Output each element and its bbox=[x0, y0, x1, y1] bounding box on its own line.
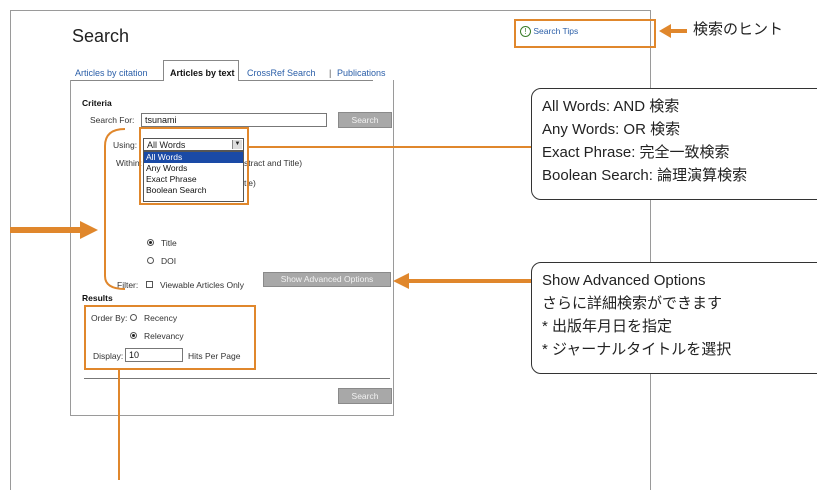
callout-line: さらに詳細検索ができます bbox=[542, 295, 723, 312]
search-tips-label: Search Tips bbox=[533, 26, 579, 36]
within-option-abstract-title-partial: stract and Title) bbox=[244, 158, 303, 168]
within-doi-label: DOI bbox=[161, 256, 177, 266]
within-title-radio[interactable] bbox=[147, 239, 154, 246]
callout-line: Any Words: OR 検索 bbox=[542, 121, 681, 138]
search-input[interactable]: tsunami bbox=[141, 113, 327, 127]
within-title-label: Title bbox=[161, 238, 177, 248]
page-title: Search bbox=[72, 26, 130, 46]
tab-articles-by-text[interactable]: Articles by text bbox=[163, 60, 239, 81]
search-button-bottom[interactable]: Search bbox=[338, 388, 392, 404]
search-tips-annotation: 検索のヒント bbox=[693, 21, 784, 38]
tab-separator: | bbox=[329, 68, 332, 78]
advanced-options-callout: Show Advanced Options さらに詳細検索ができます * 出版年… bbox=[531, 262, 817, 374]
help-icon: ! bbox=[520, 26, 531, 38]
within-doi-radio[interactable] bbox=[147, 257, 154, 264]
tab-crossref-search[interactable]: CrossRef Search bbox=[247, 68, 316, 78]
criteria-heading: Criteria bbox=[82, 98, 112, 108]
arrow-left-icon bbox=[659, 24, 687, 38]
results-highlight bbox=[84, 305, 256, 370]
search-button[interactable]: Search bbox=[338, 112, 392, 128]
tab-articles-by-citation[interactable]: Articles by citation bbox=[75, 68, 148, 78]
viewable-articles-label: Viewable Articles Only bbox=[160, 280, 244, 290]
callout-connector bbox=[249, 146, 535, 148]
search-for-label: Search For: bbox=[90, 115, 135, 125]
tab-publications[interactable]: Publications bbox=[337, 68, 386, 78]
using-callout: All Words: AND 検索 Any Words: OR 検索 Exact… bbox=[531, 88, 817, 200]
search-tips-link[interactable]: ! Search Tips bbox=[520, 26, 579, 38]
callout-line: Exact Phrase: 完全一致検索 bbox=[542, 144, 730, 161]
callout-line: * 出版年月日を指定 bbox=[542, 318, 673, 335]
callout-line: Boolean Search: 論理演算検索 bbox=[542, 167, 748, 184]
callout-line: All Words: AND 検索 bbox=[542, 98, 680, 115]
arrow-left-icon bbox=[393, 273, 538, 289]
results-connector bbox=[118, 370, 120, 480]
divider bbox=[84, 378, 390, 379]
viewable-articles-checkbox[interactable] bbox=[146, 281, 153, 288]
tab-articles-by-text-label: Articles by text bbox=[170, 68, 235, 78]
callout-line: Show Advanced Options bbox=[542, 272, 706, 289]
criteria-bracket bbox=[10, 128, 126, 290]
using-highlight bbox=[139, 127, 249, 205]
callout-line: * ジャーナルタイトルを選択 bbox=[542, 341, 732, 358]
show-advanced-options-button[interactable]: Show Advanced Options bbox=[263, 272, 391, 287]
